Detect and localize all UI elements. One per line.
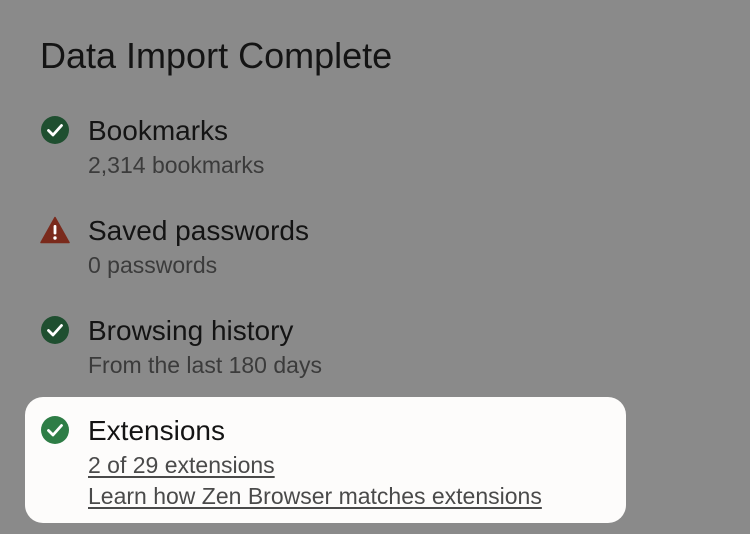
item-detail: From the last 180 days <box>88 352 322 378</box>
warning-triangle-icon <box>40 215 70 245</box>
item-detail-row: 2 of 29 extensions <box>88 451 275 479</box>
item-detail: 0 passwords <box>88 252 218 278</box>
check-circle-icon <box>40 415 70 445</box>
import-item-history: Browsing history From the last 180 days <box>40 315 660 385</box>
import-item-extensions: Extensions 2 of 29 extensions Learn how … <box>40 415 660 515</box>
item-title: Extensions <box>88 415 225 446</box>
check-circle-icon <box>40 315 70 345</box>
learn-more-link[interactable]: Learn how Zen Browser matches extensions <box>88 483 542 509</box>
item-help-row: Learn how Zen Browser matches extensions <box>88 482 542 510</box>
check-circle-icon <box>40 115 70 145</box>
extensions-count-link[interactable]: 2 of 29 extensions <box>88 452 275 478</box>
item-detail: 2,314 bookmarks <box>88 152 265 178</box>
import-item-bookmarks: Bookmarks 2,314 bookmarks <box>40 115 660 185</box>
item-title: Bookmarks <box>88 115 229 146</box>
item-title: Saved passwords <box>88 215 310 246</box>
dialog-title: Data Import Complete <box>40 35 393 76</box>
import-item-passwords: Saved passwords 0 passwords <box>40 215 660 285</box>
item-title: Browsing history <box>88 315 294 346</box>
